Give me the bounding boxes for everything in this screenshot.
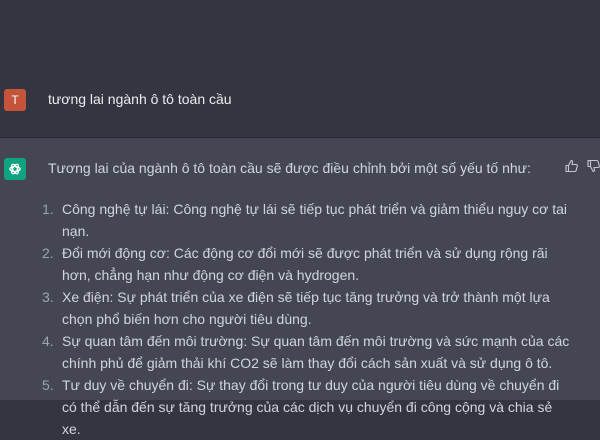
list-item: 1. Công nghệ tự lái: Công nghệ tự lái sẽ … xyxy=(40,198,570,242)
list-number: 3. xyxy=(42,289,54,305)
list-number: 1. xyxy=(42,201,54,217)
list-item-text: Xe điện: Sự phát triển của xe điện sẽ ti… xyxy=(62,289,550,327)
openai-logo-icon xyxy=(4,158,26,180)
list-number: 2. xyxy=(42,245,54,261)
assistant-points-list: 1. Công nghệ tự lái: Công nghệ tự lái sẽ … xyxy=(40,198,570,440)
thumbs-up-icon-svg xyxy=(565,159,578,173)
assistant-intro-text: Tương lai của ngành ô tô toàn cầu sẽ đượ… xyxy=(48,160,531,176)
list-number: 4. xyxy=(42,333,54,349)
list-item: 3. Xe điện: Sự phát triển của xe điện sẽ … xyxy=(40,286,570,330)
thumbs-down-icon-svg xyxy=(587,159,600,173)
top-empty-area xyxy=(0,0,600,70)
openai-logo-icon-svg xyxy=(9,163,21,175)
list-item-text: Công nghệ tự lái: Công nghệ tự lái sẽ ti… xyxy=(62,201,567,239)
user-message-text: tương lai ngành ô tô toàn cầu xyxy=(48,91,232,107)
list-number: 5. xyxy=(42,377,54,393)
user-avatar: T xyxy=(4,89,26,111)
list-item-text: Sự quan tâm đến môi trường: Sự quan tâm … xyxy=(62,333,570,371)
thumbs-up-icon[interactable] xyxy=(563,157,581,175)
list-item: 5. Tư duy về chuyển đi: Sự thay đổi trong… xyxy=(40,374,570,440)
list-item: 4. Sự quan tâm đến môi trường: Sự quan tâ… xyxy=(40,330,570,374)
thumbs-down-icon[interactable] xyxy=(585,157,600,175)
list-item-text: Tư duy về chuyển đi: Sự thay đổi trong t… xyxy=(62,377,560,437)
list-item: 2. Đổi mới động cơ: Các động cơ đổi mới s… xyxy=(40,242,570,286)
list-item-text: Đổi mới động cơ: Các động cơ đổi mới sẽ … xyxy=(62,245,548,283)
